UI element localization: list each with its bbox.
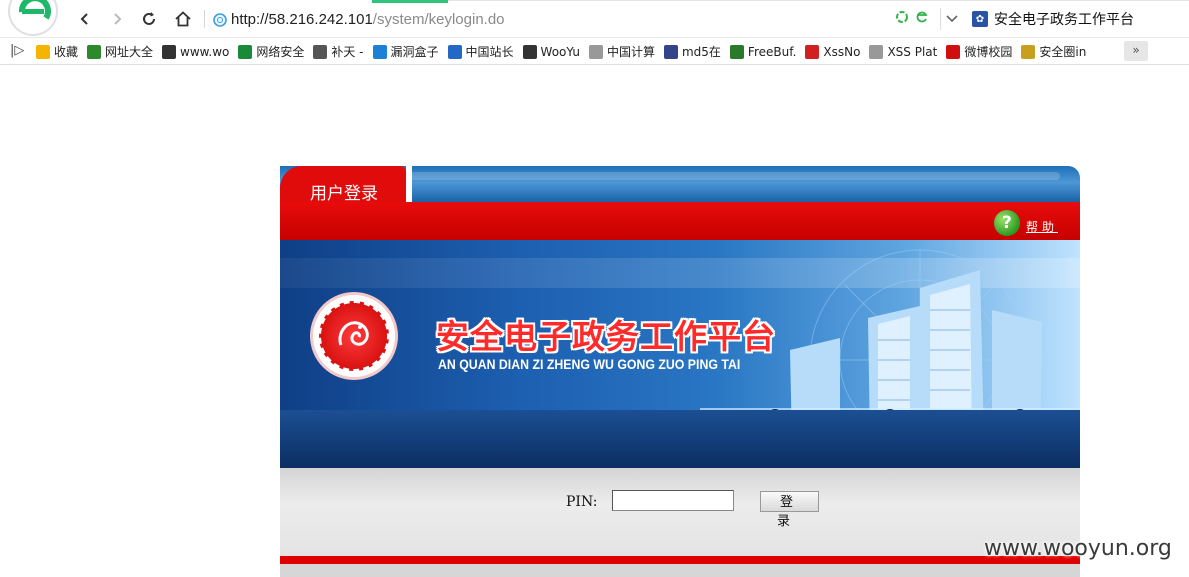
sidebar-toggle-icon[interactable]: |▷ bbox=[10, 43, 24, 58]
bookmark-label: md5在 bbox=[681, 45, 721, 59]
browser-logo[interactable] bbox=[8, 0, 58, 36]
bookmarks-more-button[interactable]: » bbox=[1124, 41, 1148, 61]
bookmark-label: 网址大全 bbox=[105, 45, 154, 59]
browser-toolbar: http://58.216.242.101/system/keylogin.do… bbox=[0, 0, 1189, 38]
bookmark-label: 中国站长 bbox=[465, 45, 514, 59]
bookmark-label: 微博校园 bbox=[964, 45, 1013, 59]
arrow-left-icon bbox=[80, 13, 88, 25]
site-title: 安全电子政务工作平台 bbox=[994, 12, 1134, 28]
bookmark-label: 收藏 bbox=[54, 45, 79, 59]
login-form: PIN: 登 录 bbox=[280, 468, 1080, 556]
arrow-right-icon bbox=[114, 13, 122, 25]
system-banner: 安全电子政务工作平台 AN QUAN DIAN ZI ZHENG WU GONG… bbox=[280, 240, 1080, 468]
browser-logo-icon bbox=[18, 0, 51, 20]
bookmark-item[interactable]: 收藏 bbox=[36, 43, 78, 60]
bookmark-item[interactable]: 网络安全 bbox=[238, 43, 304, 60]
star-outline-icon bbox=[313, 44, 328, 59]
forward-button[interactable] bbox=[106, 8, 128, 30]
address-dropdown-button[interactable] bbox=[940, 8, 962, 30]
help-link[interactable]: ? 帮助 bbox=[993, 210, 1058, 236]
url-text: http://58.216.242.101/system/keylogin.do bbox=[231, 11, 505, 28]
watermark: www.wooyun.org bbox=[984, 536, 1172, 561]
address-separator bbox=[204, 10, 205, 28]
bookmark-label: XSS Plat bbox=[887, 44, 938, 59]
chart-icon bbox=[447, 44, 462, 59]
m-icon bbox=[946, 44, 961, 59]
page-icon bbox=[588, 44, 603, 59]
bookmark-item[interactable]: XssNo bbox=[805, 44, 861, 59]
bookmark-item[interactable]: 漏洞盒子 bbox=[372, 43, 439, 60]
emblem-inner bbox=[319, 301, 389, 371]
address-icons bbox=[895, 10, 929, 24]
header-red-bar: ? 帮助 bbox=[280, 202, 1080, 240]
footer-grey-bar bbox=[280, 564, 1080, 577]
bookmark-item[interactable]: www.wo bbox=[162, 44, 230, 59]
l-icon bbox=[238, 44, 253, 59]
site-favicon-icon: ✿ bbox=[972, 11, 988, 27]
chevron-down-icon bbox=[945, 15, 958, 23]
bookmark-list: 收藏 网址大全 www.wo 网络安全 补天 - 漏洞盒子 中国站长 WooYu 中国计算 md5… bbox=[36, 42, 1095, 61]
tab-strip-line bbox=[448, 0, 1189, 1]
bookmark-item[interactable]: 网址大全 bbox=[87, 43, 153, 60]
bookmark-item[interactable]: 中国站长 bbox=[447, 43, 514, 60]
wooyun-icon bbox=[522, 44, 537, 59]
url-path: /system/keylogin.do bbox=[372, 11, 505, 28]
system-title-pinyin: AN QUAN DIAN ZI ZHENG WU GONG ZUO PING T… bbox=[438, 356, 741, 372]
back-button[interactable] bbox=[74, 8, 96, 30]
xss-icon bbox=[805, 44, 820, 59]
bookmark-label: FreeBuf. bbox=[747, 44, 797, 59]
footer-red-bar bbox=[280, 556, 1080, 564]
emblem-logo bbox=[310, 292, 398, 380]
url-host: http://58.216.242.101 bbox=[231, 11, 373, 28]
home-button[interactable] bbox=[172, 8, 194, 30]
site-tab[interactable]: ✿ 安全电子政务工作平台 bbox=[972, 9, 1134, 29]
ie-engine-icon[interactable] bbox=[915, 10, 929, 24]
system-title: 安全电子政务工作平台 bbox=[436, 317, 776, 356]
circle-icon bbox=[1021, 44, 1036, 59]
tab-gap bbox=[406, 166, 412, 202]
bookmark-item[interactable]: 微博校园 bbox=[946, 43, 1012, 60]
bookmark-label: XssNo bbox=[823, 44, 861, 59]
compat-mode-icon[interactable] bbox=[895, 10, 909, 24]
bookmarks-bar: |▷ 收藏 网址大全 www.wo 网络安全 补天 - 漏洞盒子 中国站长 WooYu 中国计算… bbox=[0, 38, 1189, 65]
strip-sheen bbox=[410, 172, 1060, 180]
bookmark-label: 中国计算 bbox=[606, 45, 655, 59]
bookmark-item[interactable]: 补天 - bbox=[313, 43, 364, 60]
f-icon bbox=[729, 44, 744, 59]
active-tab-indicator bbox=[372, 0, 448, 3]
home-icon bbox=[175, 11, 191, 27]
globe-icon bbox=[87, 44, 102, 59]
bookmark-item[interactable]: 安全圈in bbox=[1021, 43, 1086, 60]
pin-label: PIN: bbox=[566, 494, 598, 510]
bookmark-label: 安全圈in bbox=[1039, 45, 1087, 59]
bookmark-label: www.wo bbox=[180, 44, 230, 59]
star-icon bbox=[36, 44, 50, 59]
banner-ground bbox=[280, 410, 1080, 468]
login-button[interactable]: 登 录 bbox=[760, 491, 819, 528]
login-tab-label: 用户登录 bbox=[310, 184, 378, 204]
help-icon: ? bbox=[993, 210, 1020, 236]
bookmark-label: WooYu bbox=[540, 44, 580, 59]
help-label: 帮助 bbox=[1025, 220, 1058, 234]
wooyun-icon bbox=[162, 44, 177, 59]
bookmark-item[interactable]: WooYu bbox=[522, 44, 580, 59]
bookmark-label: 网络安全 bbox=[256, 45, 305, 59]
bookmark-item[interactable]: FreeBuf. bbox=[729, 44, 797, 59]
bookmark-label: 漏洞盒子 bbox=[390, 45, 439, 59]
pin-input[interactable] bbox=[612, 490, 734, 511]
bookmark-item[interactable]: 中国计算 bbox=[588, 43, 655, 60]
address-bar[interactable]: http://58.216.242.101/system/keylogin.do bbox=[206, 7, 964, 33]
bookmark-item[interactable]: md5在 bbox=[663, 43, 721, 60]
hexagon-icon bbox=[372, 44, 387, 59]
bookmark-label: 补天 - bbox=[331, 45, 364, 59]
globe-icon bbox=[213, 13, 227, 27]
bookmark-item[interactable]: XSS Plat bbox=[869, 44, 938, 59]
reload-icon bbox=[143, 12, 155, 25]
page-icon bbox=[869, 44, 884, 59]
login-panel: 用户登录 ? 帮助 安全电子政务工作平台 AN QUAN DIAN ZI ZHE… bbox=[280, 166, 1080, 577]
reload-button[interactable] bbox=[138, 8, 160, 30]
grid-icon bbox=[663, 44, 678, 59]
dragon-emblem-icon bbox=[338, 321, 369, 346]
